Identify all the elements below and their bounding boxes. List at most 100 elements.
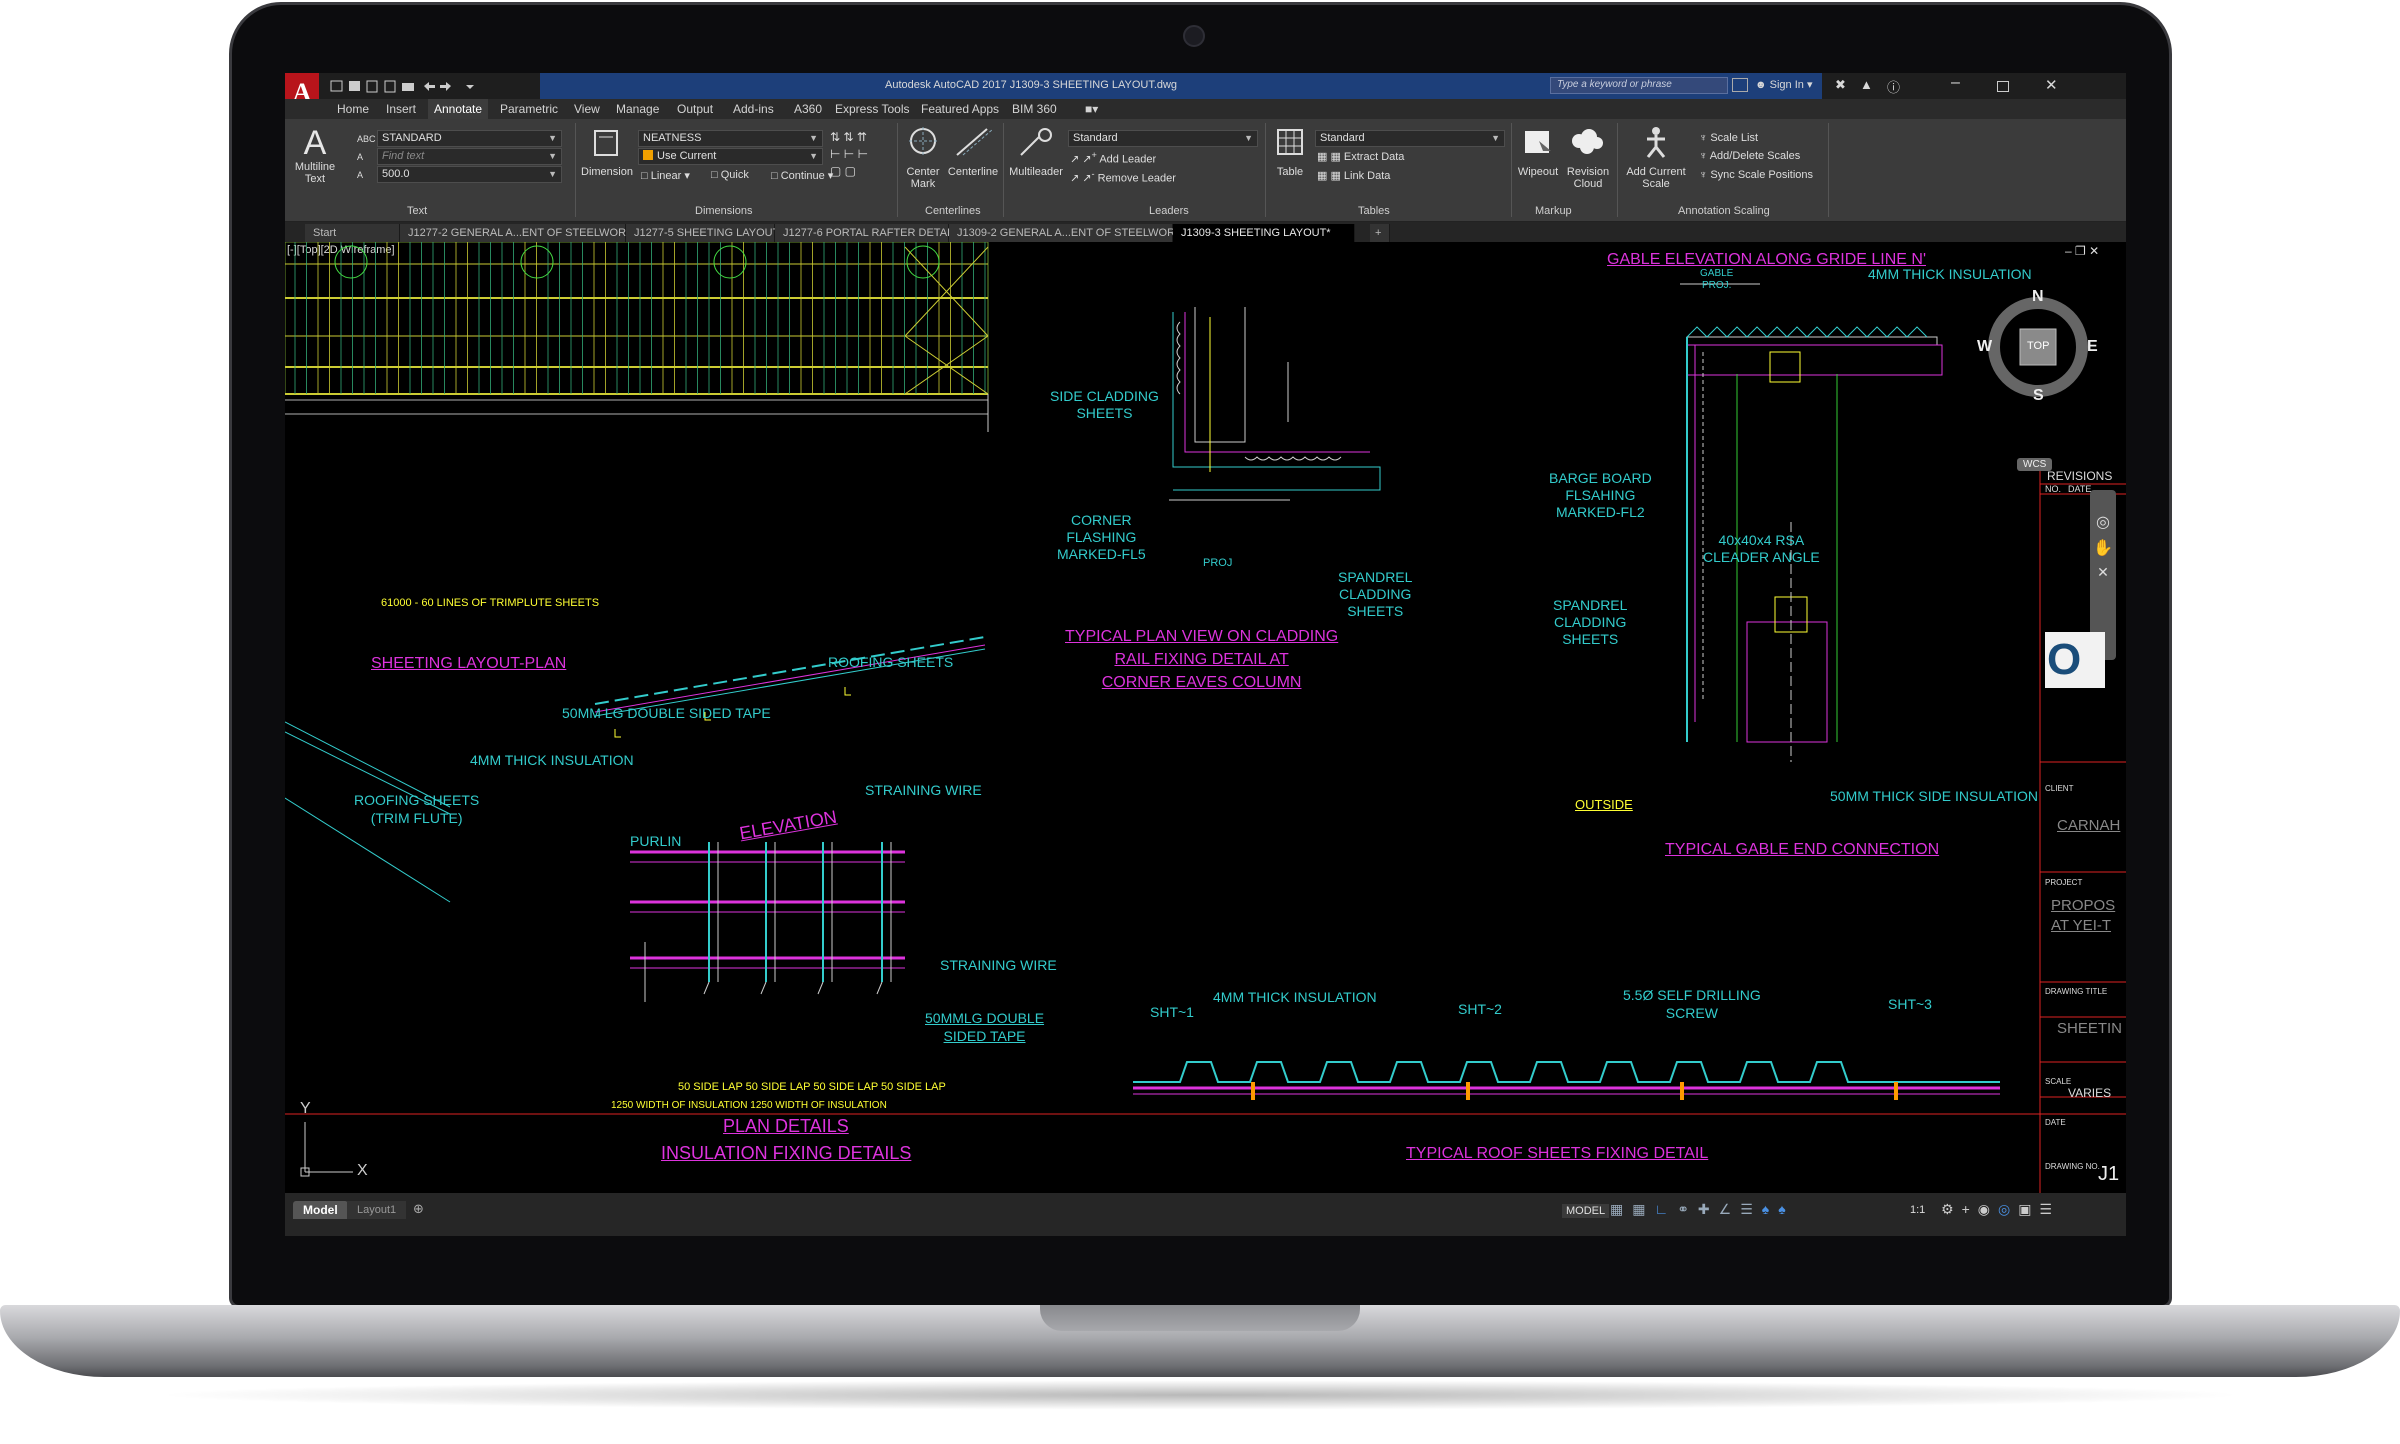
- menu-output[interactable]: Output: [677, 102, 713, 116]
- hardware-icon[interactable]: ◎: [1998, 1201, 2018, 1217]
- leaders-panel-title[interactable]: Leaders: [1149, 205, 1189, 217]
- corner-eaves-detail: [1169, 307, 1381, 501]
- revision-cloud-button[interactable]: Revision Cloud: [1563, 125, 1613, 195]
- drawing-title-label: DRAWING TITLE: [2045, 987, 2108, 996]
- tab-j1309-2[interactable]: J1309-2 GENERAL A...ENT OF STEELWORK*: [949, 224, 1187, 242]
- snap-icon[interactable]: ▦: [1632, 1201, 1654, 1217]
- find-text-input[interactable]: Find text ▼: [377, 148, 562, 165]
- annotation-visibility-icon[interactable]: ♠: [1762, 1201, 1778, 1217]
- continue-dimension-button[interactable]: □ Continue ▾: [771, 169, 833, 182]
- leader-style-select[interactable]: Standard ▼: [1068, 130, 1258, 147]
- dim-layer-select[interactable]: Use Current ▼: [638, 148, 823, 165]
- ortho-icon[interactable]: ∟: [1654, 1201, 1677, 1217]
- model-space-button[interactable]: MODEL: [1562, 1204, 1610, 1218]
- add-delete-scales-button[interactable]: ♆ Add/Delete Scales: [1699, 150, 1800, 162]
- text-style-select[interactable]: STANDARD ▼: [377, 130, 562, 147]
- a360-icon[interactable]: ▲: [1860, 77, 1873, 92]
- search-input[interactable]: Type a keyword or phrase: [1550, 77, 1728, 94]
- status-tools-icons[interactable]: ⚙+◉◎▣☰: [1941, 1201, 2060, 1218]
- tab-j1277-5[interactable]: J1277-5 SHEETING LAYOUT*: [626, 224, 784, 242]
- maximize-button[interactable]: [1997, 81, 2009, 92]
- menu-a360[interactable]: A360: [794, 102, 822, 116]
- tab-start[interactable]: Start: [305, 224, 400, 242]
- close-button[interactable]: ✕: [2045, 76, 2058, 94]
- tab-j1309-3[interactable]: J1309-3 SHEETING LAYOUT*: [1173, 224, 1355, 242]
- nav-tooltip-logo: O: [2045, 632, 2105, 688]
- layer-color-icon: [643, 150, 653, 160]
- help-icon[interactable]: ⓘ: [1887, 77, 1900, 96]
- new-tab-button[interactable]: +: [1370, 224, 1390, 242]
- markup-panel-title[interactable]: Markup: [1535, 205, 1572, 217]
- menu-manage[interactable]: Manage: [616, 102, 659, 116]
- menu-addins[interactable]: Add-ins: [733, 102, 774, 116]
- binoculars-icon[interactable]: [1732, 78, 1748, 92]
- sheeting-plan-grid: [285, 242, 989, 415]
- gable-proj-label: GABLE PROJ.: [1700, 268, 1734, 291]
- grid-icon[interactable]: ▦: [1610, 1201, 1632, 1217]
- drawing-canvas[interactable]: [-][Top][2D Wireframe] – ❐ ✕ 61000 - 60 …: [285, 242, 2126, 1193]
- autoscale-icon[interactable]: ♠: [1778, 1201, 1794, 1217]
- viewcube[interactable]: N S W E TOP: [1977, 288, 2098, 404]
- zoom-icon[interactable]: ✕: [2090, 564, 2116, 581]
- scale-list-button[interactable]: ♆ Scale List: [1699, 132, 1758, 144]
- quick-access-toolbar[interactable]: [329, 78, 529, 94]
- scaling-panel-title[interactable]: Annotation Scaling: [1678, 205, 1770, 217]
- center-mark-button[interactable]: Center Mark: [903, 125, 943, 195]
- link-data-button[interactable]: ▦ ▦ Link Data: [1317, 169, 1390, 182]
- dim-style-select[interactable]: NEATNESS ▼: [638, 130, 823, 147]
- settings-gear-icon[interactable]: ⚙: [1941, 1201, 1962, 1217]
- sign-in-button[interactable]: ☻ Sign In ▾: [1755, 78, 1812, 91]
- customize-menu-icon[interactable]: ☰: [2039, 1201, 2060, 1217]
- lineweight-icon[interactable]: ☰: [1740, 1201, 1762, 1217]
- remove-leader-button[interactable]: ↗ ↗- Remove Leader: [1070, 169, 1176, 185]
- menu-annotate[interactable]: Annotate: [428, 99, 489, 119]
- add-layout-button[interactable]: ⊕: [413, 1201, 424, 1217]
- quick-dimension-button[interactable]: □ Quick: [711, 169, 749, 181]
- project-name: PROPOS AT YEI-T: [2051, 897, 2116, 934]
- plus-icon[interactable]: +: [1962, 1201, 1978, 1217]
- multileader-button[interactable]: Multileader: [1007, 125, 1065, 195]
- dimension-button[interactable]: Dimension: [581, 125, 633, 195]
- wipeout-button[interactable]: Wipeout: [1515, 125, 1561, 195]
- table-style-select[interactable]: Standard ▼: [1315, 130, 1505, 147]
- dimension-icon: [594, 130, 618, 156]
- exchange-icon[interactable]: ✖: [1835, 77, 1846, 93]
- tab-model[interactable]: Model: [293, 1201, 348, 1219]
- polar-icon[interactable]: ⚭: [1677, 1201, 1698, 1217]
- text-height-input[interactable]: 500.0 ▼: [377, 166, 562, 183]
- menu-featured-apps[interactable]: Featured Apps: [921, 102, 999, 116]
- add-leader-button[interactable]: ↗ ↗+ Add Leader: [1070, 150, 1156, 166]
- centerlines-panel-title[interactable]: Centerlines: [925, 205, 981, 217]
- isolate-icon[interactable]: ◉: [1978, 1201, 1998, 1217]
- window-title: Autodesk AutoCAD 2017 J1309-3 SHEETING L…: [885, 79, 1178, 91]
- minimize-button[interactable]: –: [1951, 74, 1960, 92]
- table-button[interactable]: Table: [1271, 125, 1309, 195]
- extract-data-button[interactable]: ▦ ▦ Extract Data: [1317, 150, 1404, 163]
- osnap-icon[interactable]: ✚: [1698, 1201, 1719, 1217]
- centerline-button[interactable]: Centerline: [945, 125, 1001, 195]
- tab-j1277-6[interactable]: J1277-6 PORTAL RAFTER DETAILS*: [775, 224, 968, 242]
- tables-panel-title[interactable]: Tables: [1358, 205, 1390, 217]
- text-panel-title[interactable]: Text: [407, 205, 427, 217]
- menu-express-tools[interactable]: Express Tools: [835, 102, 909, 116]
- laptop-notch: [1040, 1305, 1360, 1331]
- dim-tools-icons[interactable]: ⇅ ⇅ ⇈ ⊢ ⊢ ⊢ ▢ ▢: [830, 129, 868, 180]
- menu-home[interactable]: Home: [337, 102, 369, 116]
- clean-screen-icon[interactable]: ▣: [2018, 1201, 2039, 1217]
- dimensions-panel-title[interactable]: Dimensions: [695, 205, 752, 217]
- multiline-text-button[interactable]: A Multiline Text: [293, 125, 337, 195]
- annotation-scale-select[interactable]: 1:1: [1910, 1204, 1925, 1216]
- linear-dimension-button[interactable]: □ Linear ▾: [641, 169, 690, 182]
- pan-icon[interactable]: ✋: [2090, 538, 2116, 558]
- menu-parametric[interactable]: Parametric: [500, 102, 558, 116]
- otrack-icon[interactable]: ∠: [1719, 1201, 1741, 1217]
- menu-view[interactable]: View: [574, 102, 600, 116]
- ribbon-toggle-icon[interactable]: ■▾: [1085, 102, 1098, 116]
- add-current-scale-button[interactable]: Add Current Scale: [1621, 125, 1691, 195]
- steering-wheel-icon[interactable]: ◎: [2090, 512, 2116, 532]
- tab-j1277-2[interactable]: J1277-2 GENERAL A...ENT OF STEELWORK*: [400, 224, 638, 242]
- menu-bim360[interactable]: BIM 360: [1012, 102, 1057, 116]
- tab-layout1[interactable]: Layout1: [347, 1201, 407, 1219]
- sync-scale-button[interactable]: ♆ Sync Scale Positions: [1699, 169, 1813, 181]
- menu-insert[interactable]: Insert: [386, 102, 416, 116]
